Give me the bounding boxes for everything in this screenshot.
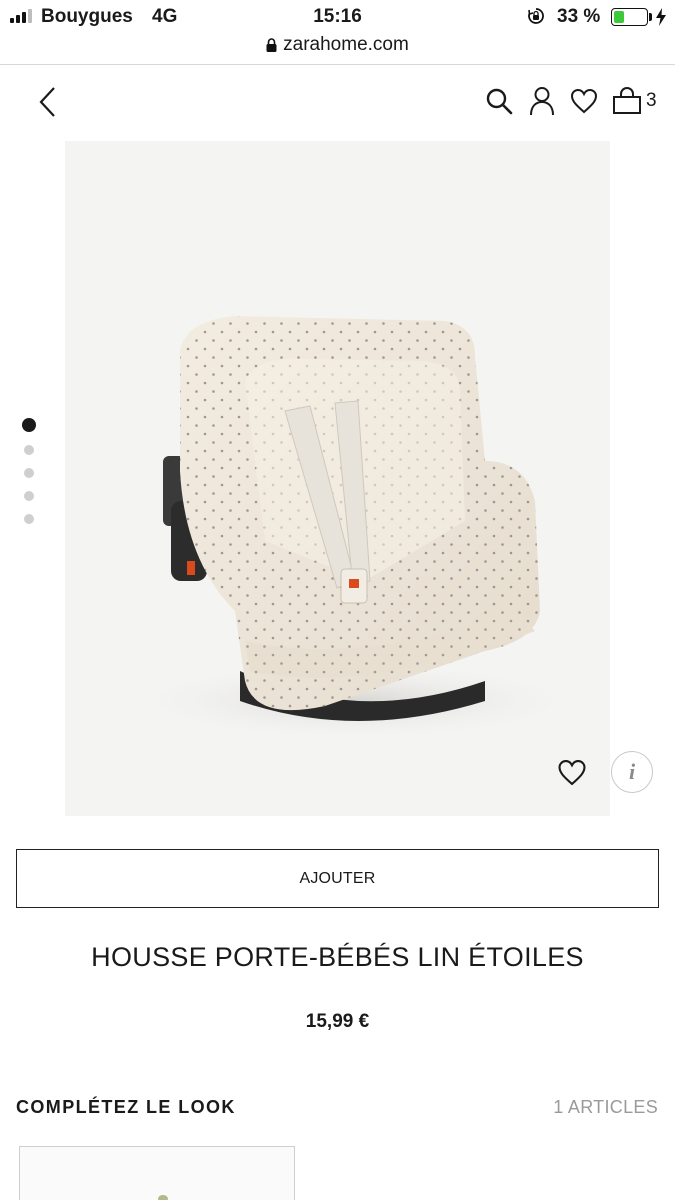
- product-price: 15,99 €: [305, 1011, 370, 1032]
- battery-percent: 33 %: [557, 6, 601, 27]
- site-header: 3: [0, 76, 675, 128]
- heart-icon: [570, 88, 598, 114]
- complete-look-count: 1 ARTICLES: [553, 1097, 658, 1117]
- gallery-dot[interactable]: [24, 491, 34, 501]
- rotation-lock-icon: [528, 8, 544, 24]
- search-button[interactable]: [484, 86, 514, 116]
- account-button[interactable]: [527, 86, 557, 116]
- shopping-bag-icon: [613, 87, 641, 114]
- chevron-left-icon: [39, 87, 55, 117]
- cart-count-badge[interactable]: 3: [646, 90, 657, 112]
- divider: [0, 64, 675, 65]
- complete-look-heading: COMPLÉTEZ LE LOOK: [16, 1097, 236, 1117]
- search-icon: [486, 88, 513, 115]
- product-title: HOUSSE PORTE-BÉBÉS LIN ÉTOILES: [91, 942, 584, 972]
- status-bar: Bouygues 4G 15:16 33 %: [0, 0, 675, 34]
- add-to-wishlist-button[interactable]: [556, 757, 588, 787]
- address-bar[interactable]: zarahome.com: [0, 30, 675, 60]
- cart-button[interactable]: [612, 86, 642, 116]
- gallery-dot-active[interactable]: [22, 418, 36, 432]
- back-button[interactable]: [30, 84, 64, 120]
- product-image[interactable]: [65, 141, 610, 816]
- battery-cap: [649, 13, 652, 21]
- battery-icon: [611, 8, 648, 26]
- url-text: zarahome.com: [283, 34, 409, 55]
- look-product-card[interactable]: [19, 1146, 295, 1200]
- product-thumbnail-detail: [158, 1195, 168, 1200]
- gallery-dot[interactable]: [24, 514, 34, 524]
- add-to-cart-button[interactable]: AJOUTER: [16, 849, 659, 908]
- user-icon: [530, 87, 554, 116]
- wishlist-button[interactable]: [569, 86, 599, 116]
- baby-car-seat-image: [125, 316, 585, 741]
- info-button[interactable]: i: [611, 751, 653, 793]
- gallery-dot[interactable]: [24, 445, 34, 455]
- gallery-dot[interactable]: [24, 468, 34, 478]
- heart-icon: [558, 759, 586, 785]
- gallery-pagination: [22, 418, 36, 524]
- padlock-icon: [266, 38, 277, 52]
- charging-bolt-icon: [656, 8, 666, 26]
